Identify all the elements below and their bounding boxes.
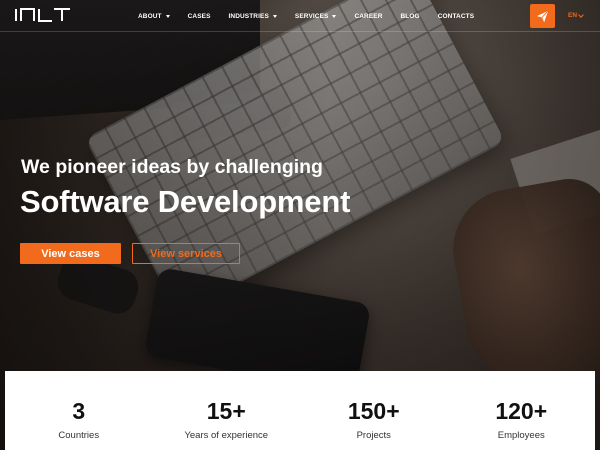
nav-item-label: CONTACTS <box>437 12 475 20</box>
contact-send-button[interactable] <box>530 4 555 28</box>
view-services-button[interactable]: View services <box>132 243 240 264</box>
company-logo[interactable] <box>14 7 72 23</box>
hero-headline: We pioneer ideas by challenging <box>21 156 323 178</box>
nav-item-label: SERVICES <box>294 12 329 20</box>
main-navigation: ABOUT CASES INDUSTRIES SERVICES CAREER B… <box>138 0 492 32</box>
top-navbar: ABOUT CASES INDUSTRIES SERVICES CAREER B… <box>0 0 600 32</box>
stat-value: 150+ <box>347 398 400 424</box>
nav-item-about[interactable]: ABOUT <box>138 13 170 20</box>
language-selector[interactable]: EN <box>568 11 584 19</box>
language-label: EN <box>568 12 578 19</box>
nav-item-cases[interactable]: CASES <box>188 13 211 20</box>
caret-down-icon <box>165 14 170 18</box>
stat-projects: 150+ Projects <box>300 371 448 450</box>
stats-panel: 3 Countries 15+ Years of experience 150+… <box>5 371 595 450</box>
stat-label: Projects <box>356 430 391 441</box>
stat-countries: 3 Countries <box>5 371 153 450</box>
view-cases-button[interactable]: View cases <box>20 243 121 264</box>
paper-plane-icon <box>536 10 549 22</box>
nav-item-contacts[interactable]: CONTACTS <box>438 13 474 20</box>
stat-value: 120+ <box>495 398 548 424</box>
caret-down-icon <box>272 14 277 18</box>
nav-item-services[interactable]: SERVICES <box>295 13 337 20</box>
hero-subheadline: Software Development <box>20 184 351 219</box>
stat-value: 3 <box>72 398 86 424</box>
chevron-down-icon <box>578 11 584 18</box>
nav-item-label: BLOG <box>400 12 420 20</box>
nav-item-label: ABOUT <box>138 12 162 20</box>
caret-down-icon <box>332 14 337 18</box>
nav-item-blog[interactable]: BLOG <box>401 13 420 20</box>
stat-label: Employees <box>497 430 545 441</box>
nav-item-label: CAREER <box>354 12 383 20</box>
nav-item-label: INDUSTRIES <box>228 12 269 20</box>
stat-label: Countries <box>58 430 100 441</box>
stat-years: 15+ Years of experience <box>153 371 301 450</box>
stat-employees: 120+ Employees <box>448 371 596 450</box>
stat-value: 15+ <box>206 398 246 424</box>
nav-item-label: CASES <box>187 12 211 20</box>
stat-label: Years of experience <box>184 430 269 441</box>
nav-item-industries[interactable]: INDUSTRIES <box>229 13 277 20</box>
nav-item-career[interactable]: CAREER <box>354 13 382 20</box>
